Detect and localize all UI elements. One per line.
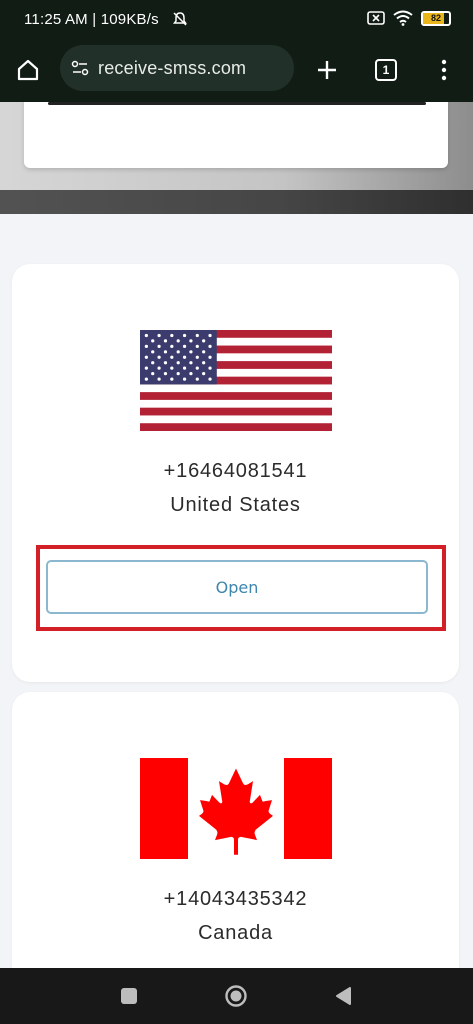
us-flag-icon: [140, 330, 332, 431]
address-bar[interactable]: receive-smss.com: [60, 45, 294, 91]
new-tab-icon: [318, 61, 336, 79]
tabs-button[interactable]: 1: [368, 52, 404, 88]
home-nav-button[interactable]: [224, 984, 248, 1008]
hero-shadow: [0, 190, 473, 214]
country-name: United States: [170, 494, 301, 516]
url-text[interactable]: receive-smss.com: [98, 58, 246, 79]
system-nav-bar: [0, 968, 473, 1024]
number-card: +16464081541 United States Open: [12, 264, 459, 682]
country-name: Canada: [198, 922, 273, 944]
status-icons: 82: [367, 10, 451, 26]
hero-divider: [48, 102, 426, 105]
site-settings-icon[interactable]: [70, 58, 90, 78]
recents-icon: [121, 988, 137, 1004]
number-card: +14043435342 Canada: [12, 692, 459, 968]
recents-button[interactable]: [117, 984, 141, 1008]
status-time: 11:25 AM | 109KB/s: [24, 11, 159, 28]
home-button[interactable]: [10, 52, 46, 88]
canada-flag-icon: [140, 758, 332, 859]
browser-chrome: 11:25 AM | 109KB/s 82 receive-smss.com 1: [0, 0, 473, 102]
status-bar: 11:25 AM | 109KB/s 82: [0, 0, 473, 38]
phone-number: +14043435342: [163, 888, 308, 910]
mute-bell-icon: [173, 12, 187, 26]
menu-button[interactable]: [426, 52, 462, 88]
battery-icon: 82: [421, 10, 451, 26]
open-button[interactable]: Open: [46, 560, 428, 614]
menu-icon: [441, 59, 447, 81]
hero-card: [24, 102, 448, 168]
back-button[interactable]: [331, 984, 355, 1008]
wifi-icon: [393, 10, 413, 26]
home-icon: [17, 59, 39, 81]
no-sim-icon: [367, 11, 385, 25]
hero-banner: [0, 102, 473, 214]
browser-toolbar: receive-smss.com 1: [0, 40, 473, 100]
new-tab-button[interactable]: [309, 52, 345, 88]
back-icon: [336, 987, 351, 1005]
tabs-icon: 1: [375, 59, 397, 81]
battery-level: 82: [430, 12, 441, 23]
home-circle-icon: [225, 985, 247, 1007]
phone-number: +16464081541: [163, 460, 308, 482]
web-page: +16464081541 United States Open +1404343…: [0, 102, 473, 968]
